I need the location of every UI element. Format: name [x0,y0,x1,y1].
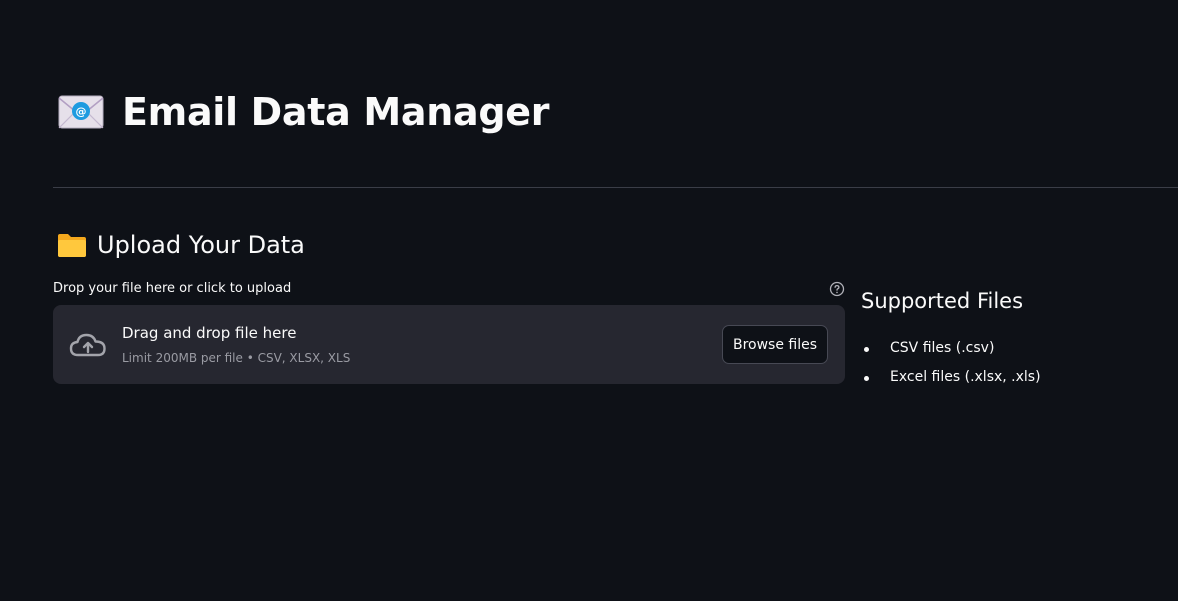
bullet-icon [864,376,869,381]
bullet-icon [864,347,869,352]
dropzone-limit-text: Limit 200MB per file • CSV, XLSX, XLS [122,351,351,365]
divider [53,187,1178,188]
cloud-upload-icon [69,333,106,357]
page-title: Email Data Manager [122,90,550,134]
list-item-label: Excel files (.xlsx, .xls) [890,369,1041,385]
upload-section-header: Upload Your Data [57,228,305,262]
list-item-label: CSV files (.csv) [890,340,995,356]
supported-files-title: Supported Files [861,289,1024,313]
upload-label: Drop your file here or click to upload [53,281,292,296]
title-row: @ Email Data Manager [58,84,549,140]
browse-files-button[interactable]: Browse files [722,325,828,364]
svg-text:@: @ [76,105,87,118]
list-item: Excel files (.xlsx, .xls) [861,369,1041,398]
upload-section-title: Upload Your Data [97,231,305,259]
dropzone-title: Drag and drop file here [122,324,297,342]
folder-icon [58,234,86,257]
file-dropzone[interactable]: Drag and drop file here Limit 200MB per … [53,305,845,384]
supported-files-list: CSV files (.csv) Excel files (.xlsx, .xl… [861,340,1041,398]
envelope-icon: @ [58,95,104,129]
app-page: @ Email Data Manager Upload Your Data Dr… [0,0,1178,601]
list-item: CSV files (.csv) [861,340,1041,369]
question-circle-icon[interactable] [829,281,845,297]
